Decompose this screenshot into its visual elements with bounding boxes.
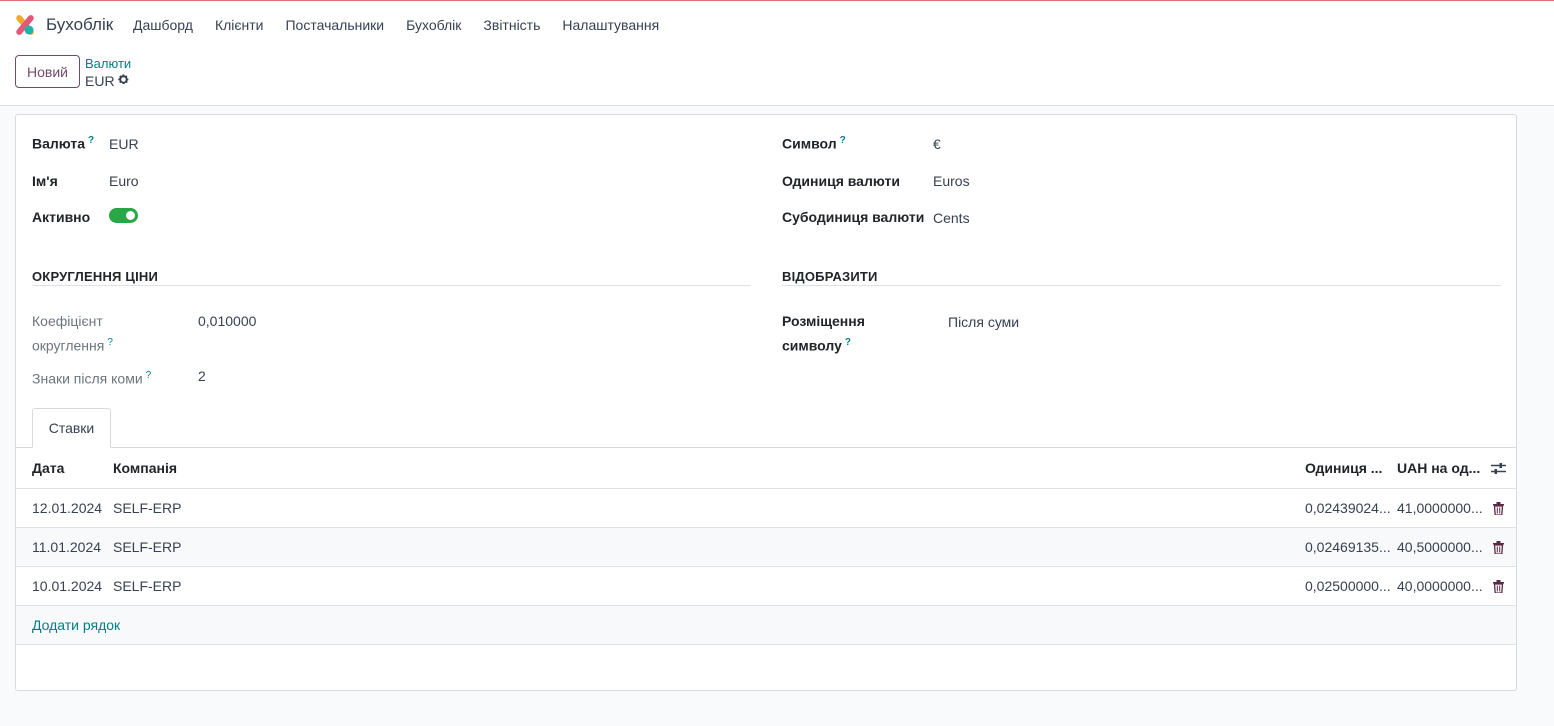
currency-label: Валюта?	[32, 135, 95, 152]
column-header-unit-per-uah[interactable]: Одиниця ...	[1305, 448, 1391, 488]
trash-icon[interactable]	[1492, 579, 1504, 593]
menu-vendors[interactable]: Постачальники	[285, 17, 384, 33]
top-navbar: Бухоблік Дашборд Клієнти Постачальники Б…	[0, 0, 1554, 48]
rate-uah-cell[interactable]: 40,5000000...	[1397, 528, 1483, 566]
currency-subunit-label: Субодиниця валюти	[782, 209, 925, 225]
help-icon[interactable]: ?	[845, 337, 851, 348]
column-header-date[interactable]: Дата	[32, 448, 64, 488]
column-header-uah-per-unit[interactable]: UAH на од...	[1397, 448, 1483, 488]
rounding-section-divider	[32, 285, 751, 286]
optional-columns-toggle[interactable]	[1488, 448, 1508, 488]
menu-dashboard[interactable]: Дашборд	[133, 17, 193, 33]
table-header-row: Дата Компанія Одиниця ... UAH на од...	[16, 448, 1516, 489]
form-sheet: Валюта? EUR Ім'я Euro Активно Символ? € …	[15, 114, 1517, 691]
help-icon[interactable]: ?	[840, 135, 846, 146]
rate-date-cell[interactable]: 12.01.2024	[32, 489, 102, 527]
breadcrumb-currencies[interactable]: Валюти	[85, 56, 131, 71]
currency-unit-field[interactable]: Euros	[933, 173, 970, 189]
rounding-section-title: ОКРУГЛЕННЯ ЦІНИ	[32, 269, 159, 284]
active-label: Активно	[32, 209, 91, 225]
delete-row-button[interactable]	[1488, 489, 1508, 527]
currency-subunit-field[interactable]: Cents	[933, 210, 970, 226]
table-row[interactable]: 11.01.2024 SELF-ERP 0,02469135... 40,500…	[16, 528, 1516, 567]
display-section-divider	[782, 285, 1501, 286]
delete-row-button[interactable]	[1488, 567, 1508, 605]
control-panel: Новий Валюти EUR	[0, 48, 1554, 106]
main-menu: Дашборд Клієнти Постачальники Бухоблік З…	[133, 17, 681, 33]
rate-company-cell[interactable]: SELF-ERP	[113, 489, 181, 527]
rate-unit-cell[interactable]: 0,02500000...	[1305, 567, 1391, 605]
symbol-position-field[interactable]: Після суми	[948, 314, 1019, 330]
symbol-label: Символ?	[782, 135, 846, 152]
app-logo-icon[interactable]	[14, 14, 36, 36]
decimal-places-field[interactable]: 2	[198, 368, 206, 384]
rate-unit-cell[interactable]: 0,02439024...	[1305, 489, 1391, 527]
menu-reporting[interactable]: Звітність	[483, 17, 540, 33]
name-label: Ім'я	[32, 173, 58, 189]
menu-customers[interactable]: Клієнти	[215, 17, 264, 33]
rounding-factor-field[interactable]: 0,010000	[198, 313, 256, 329]
add-line-row: Додати рядок	[16, 606, 1516, 645]
active-toggle[interactable]	[109, 208, 138, 223]
rate-date-cell[interactable]: 10.01.2024	[32, 567, 102, 605]
trash-icon[interactable]	[1492, 540, 1504, 554]
sliders-icon[interactable]	[1490, 462, 1506, 475]
menu-accounting[interactable]: Бухоблік	[406, 17, 461, 33]
help-icon[interactable]: ?	[88, 135, 94, 146]
rate-uah-cell[interactable]: 41,0000000...	[1397, 489, 1483, 527]
trash-icon[interactable]	[1492, 501, 1504, 515]
currency-field[interactable]: EUR	[109, 136, 139, 152]
new-button[interactable]: Новий	[15, 55, 80, 88]
table-row[interactable]: 10.01.2024 SELF-ERP 0,02500000... 40,000…	[16, 567, 1516, 606]
name-field[interactable]: Euro	[109, 173, 139, 189]
symbol-position-label: Розміщення символу?	[782, 313, 865, 354]
rate-company-cell[interactable]: SELF-ERP	[113, 528, 181, 566]
currency-unit-label: Одиниця валюти	[782, 173, 900, 189]
rates-table: Дата Компанія Одиниця ... UAH на од... 1…	[16, 448, 1516, 645]
table-row[interactable]: 12.01.2024 SELF-ERP 0,02439024... 41,000…	[16, 489, 1516, 528]
rate-company-cell[interactable]: SELF-ERP	[113, 567, 181, 605]
add-line-link[interactable]: Додати рядок	[32, 606, 120, 644]
tab-rates[interactable]: Ставки	[32, 408, 111, 448]
column-header-company[interactable]: Компанія	[113, 448, 177, 488]
decimal-places-label: Знаки після коми?	[32, 370, 152, 387]
rate-unit-cell[interactable]: 0,02469135...	[1305, 528, 1391, 566]
rate-date-cell[interactable]: 11.01.2024	[32, 528, 101, 566]
help-icon[interactable]: ?	[146, 370, 152, 381]
delete-row-button[interactable]	[1488, 528, 1508, 566]
gear-icon[interactable]	[117, 73, 130, 86]
app-name[interactable]: Бухоблік	[46, 15, 113, 35]
rounding-factor-label: Коефіцієнт округлення?	[32, 313, 113, 354]
menu-configuration[interactable]: Налаштування	[562, 17, 659, 33]
symbol-field[interactable]: €	[933, 136, 941, 152]
rate-uah-cell[interactable]: 40,0000000...	[1397, 567, 1483, 605]
help-icon[interactable]: ?	[107, 337, 113, 348]
breadcrumb-current: EUR	[85, 73, 115, 89]
display-section-title: ВІДОБРАЗИТИ	[782, 269, 878, 284]
